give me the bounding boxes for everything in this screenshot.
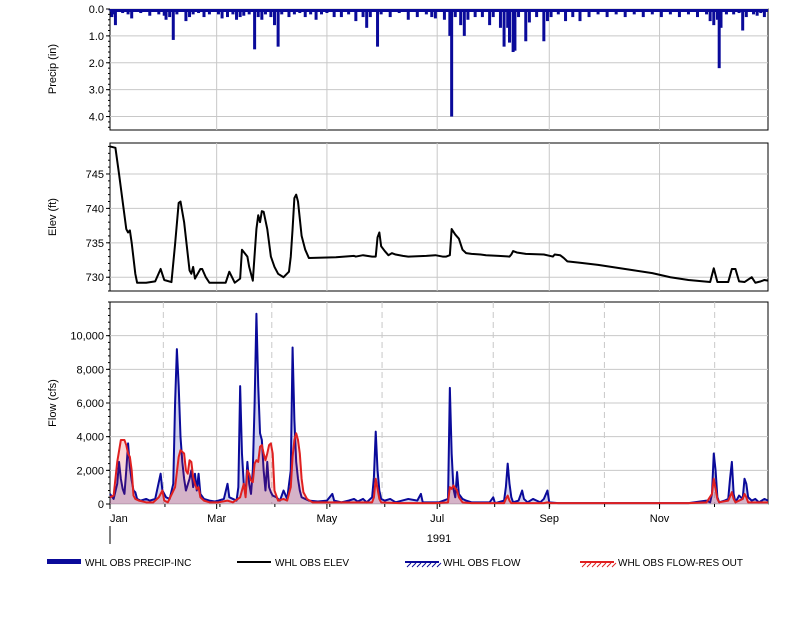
x-tick-label: Jul	[430, 513, 444, 525]
legend-item: WHL OBS PRECIP-INC	[47, 558, 191, 569]
precip-bar	[542, 9, 546, 42]
precip-bar	[508, 9, 511, 43]
elev-y-tick-label: 730	[86, 272, 104, 284]
legend-item: WHL OBS FLOW	[405, 558, 521, 569]
legend-label: WHL OBS FLOW-RES OUT	[618, 558, 743, 569]
precip-panel: 0.0 1.0 2.0 3.0 4.0 Precip (in)	[47, 4, 769, 131]
precip-bar	[276, 9, 280, 47]
precip-bar	[524, 9, 528, 42]
flow-y-tick-label: 8,000	[76, 364, 104, 376]
legend: WHL OBS PRECIP-INC WHL OBS ELEV WHL OBS FL…	[47, 558, 743, 569]
precip-bar	[253, 9, 257, 50]
flow-y-tick-label: 10,000	[70, 331, 104, 343]
elev-panel: 730 735 740 745 Elev (ft)	[47, 142, 769, 292]
precip-bar	[376, 9, 380, 47]
elev-plot-frame	[109, 142, 769, 292]
precip-bar	[171, 9, 175, 40]
elev-y-ticks: 730 735 740 745	[86, 145, 110, 292]
precip-y-axis-title: Precip (in)	[47, 44, 59, 94]
precip-y-tick-label: 2.0	[89, 58, 104, 70]
flow-y-axis-title: Flow (cfs)	[47, 379, 59, 427]
precip-bar	[513, 9, 517, 51]
hydrograph-chart: 0.0 1.0 2.0 3.0 4.0 Precip (in) 730 735 740 745…	[47, 4, 769, 569]
elev-y-tick-label: 745	[86, 169, 104, 181]
elev-y-axis-title: Elev (ft)	[47, 198, 59, 236]
year-label: 1991	[427, 533, 451, 545]
precip-bar	[741, 9, 745, 31]
flow-y-tick-label: 0	[98, 499, 104, 511]
precip-bar	[450, 9, 454, 117]
x-axis: Jan Mar May Jul Sep Nov	[109, 504, 715, 525]
elev-y-tick-label: 740	[86, 203, 104, 215]
legend-item: WHL OBS ELEV	[237, 558, 349, 569]
precip-plot-frame	[109, 8, 769, 131]
legend-label: WHL OBS ELEV	[275, 558, 349, 569]
flow-y-ticks: 0 2,000 4,000 6,000 8,000 10,000	[70, 301, 110, 511]
precip-y-ticks: 0.0 1.0 2.0 3.0 4.0	[89, 4, 110, 128]
precip-bar	[502, 9, 506, 47]
flow-y-tick-label: 6,000	[76, 398, 104, 410]
legend-swatch	[405, 561, 442, 568]
flow-y-tick-label: 2,000	[76, 465, 104, 477]
elev-y-tick-label: 735	[86, 238, 104, 250]
legend-item: WHL OBS FLOW-RES OUT	[580, 558, 743, 569]
x-tick-label: Nov	[650, 513, 670, 525]
x-tick-label: Jan	[110, 513, 128, 525]
legend-swatch	[580, 561, 617, 568]
x-tick-label: Sep	[539, 513, 559, 525]
precip-y-tick-label: 3.0	[89, 85, 104, 97]
precip-y-tick-label: 0.0	[89, 4, 104, 16]
x-tick-label: May	[317, 513, 338, 525]
legend-label: WHL OBS PRECIP-INC	[85, 558, 191, 569]
flow-y-tick-label: 4,000	[76, 432, 104, 444]
precip-bar	[462, 9, 466, 36]
flow-panel: 0 2,000 4,000 6,000 8,000 10,000 Flow (cfs)	[47, 301, 769, 511]
legend-label: WHL OBS FLOW	[443, 558, 521, 569]
legend-swatch	[47, 559, 81, 564]
precip-y-tick-label: 1.0	[89, 31, 104, 43]
precip-y-tick-label: 4.0	[89, 112, 104, 124]
x-tick-label: Mar	[207, 513, 226, 525]
